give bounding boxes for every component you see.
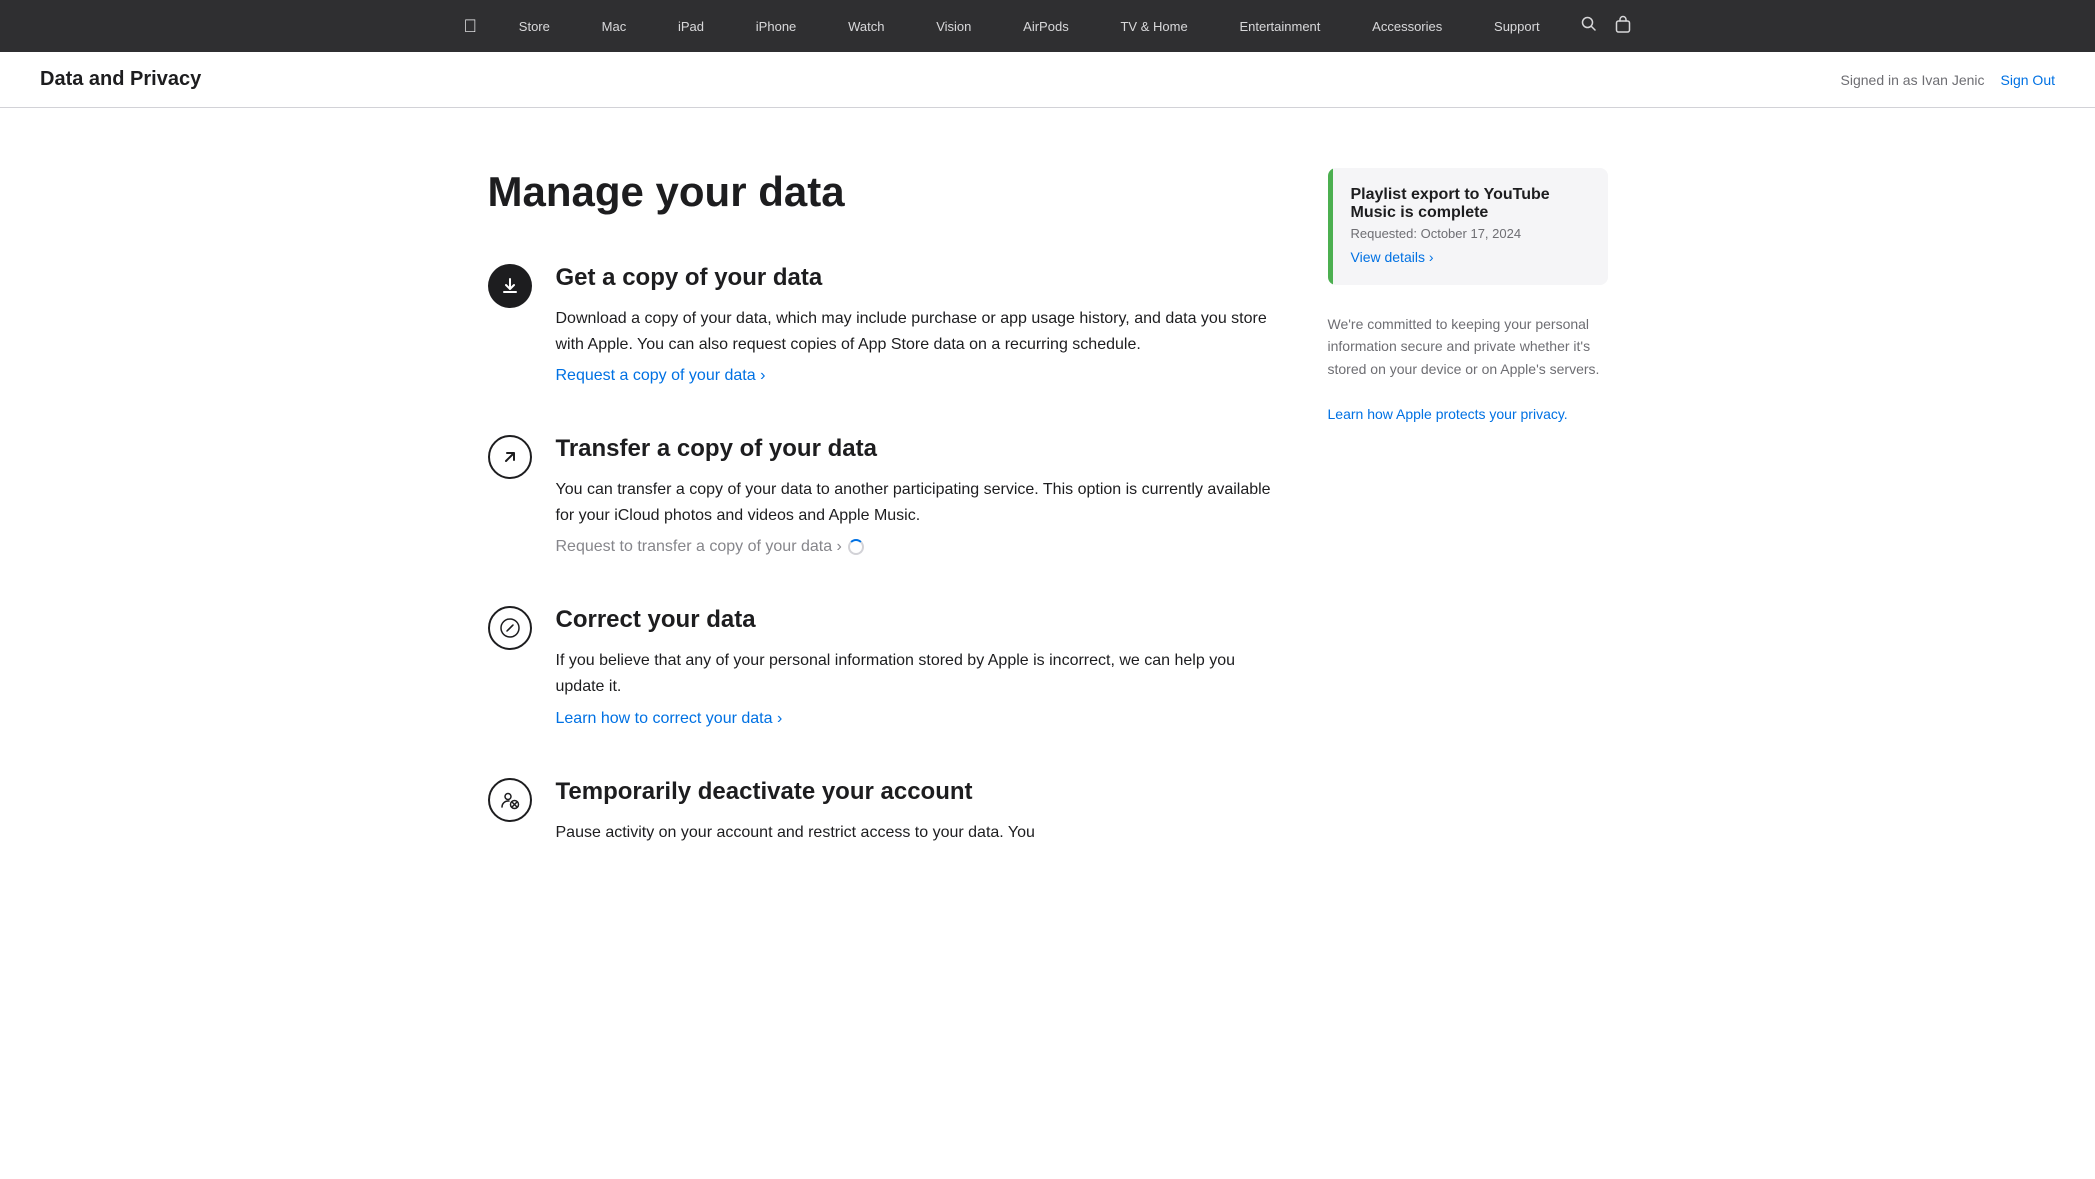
notification-accent-container: Playlist export to YouTube Music is comp… <box>1328 168 1608 285</box>
deactivate-description: Pause activity on your account and restr… <box>556 820 1288 846</box>
correct-data-title: Correct your data <box>556 606 1288 634</box>
search-icon[interactable] <box>1581 16 1597 37</box>
bag-icon[interactable] <box>1615 15 1631 38</box>
sidebar: Playlist export to YouTube Music is comp… <box>1328 168 1608 425</box>
person-deactivate-icon <box>499 789 521 811</box>
correct-data-body: Correct your data If you believe that an… <box>556 606 1288 727</box>
notification-content: Playlist export to YouTube Music is comp… <box>1333 168 1608 285</box>
deactivate-icon <box>488 778 532 822</box>
privacy-link[interactable]: Learn how Apple protects your privacy. <box>1328 406 1568 422</box>
view-details-link[interactable]: View details › <box>1351 249 1434 265</box>
notification-date: Requested: October 17, 2024 <box>1351 226 1590 241</box>
nav-item-vision[interactable]: Vision <box>926 19 981 34</box>
pencil-icon-circle <box>488 606 532 650</box>
nav-item-airpods[interactable]: AirPods <box>1013 19 1079 34</box>
privacy-description: We're committed to keeping your personal… <box>1328 316 1600 377</box>
notification-title: Playlist export to YouTube Music is comp… <box>1351 186 1590 222</box>
transfer-copy-section: Transfer a copy of your data You can tra… <box>488 435 1288 556</box>
loading-spinner <box>848 539 864 555</box>
deactivate-body: Temporarily deactivate your account Paus… <box>556 778 1288 856</box>
transfer-link-text: Request to transfer a copy of your data … <box>556 538 842 556</box>
nav-item-ipad[interactable]: iPad <box>668 19 714 34</box>
get-copy-icon <box>488 264 532 308</box>
page-brand-title: Data and Privacy <box>40 68 201 91</box>
transfer-copy-body: Transfer a copy of your data You can tra… <box>556 435 1288 556</box>
page-title: Manage your data <box>488 168 1288 216</box>
arrow-up-right-icon <box>499 446 521 468</box>
nav-item-entertainment[interactable]: Entertainment <box>1229 19 1330 34</box>
nav-bar:  Store Mac iPad iPhone Watch Vision Air… <box>0 0 2095 52</box>
download-icon-circle <box>488 264 532 308</box>
signed-in-text: Signed in as Ivan Jenic <box>1841 72 1985 88</box>
transfer-copy-icon <box>488 435 532 479</box>
arrow-icon-circle <box>488 435 532 479</box>
pencil-slash-icon <box>499 617 521 639</box>
nav-item-mac[interactable]: Mac <box>592 19 637 34</box>
nav-item-store[interactable]: Store <box>509 19 560 34</box>
content-left: Manage your data Get a copy of your data… <box>488 168 1288 905</box>
person-icon-circle <box>488 778 532 822</box>
sub-header: Data and Privacy Signed in as Ivan Jenic… <box>0 52 2095 108</box>
correct-data-section: Correct your data If you believe that an… <box>488 606 1288 727</box>
main-content: Manage your data Get a copy of your data… <box>448 108 1648 945</box>
deactivate-section: Temporarily deactivate your account Paus… <box>488 778 1288 856</box>
apple-logo-icon[interactable]:  <box>464 16 478 37</box>
nav-item-watch[interactable]: Watch <box>838 19 894 34</box>
correct-data-icon <box>488 606 532 650</box>
nav-item-accessories[interactable]: Accessories <box>1362 19 1452 34</box>
get-copy-section: Get a copy of your data Download a copy … <box>488 264 1288 385</box>
transfer-copy-title: Transfer a copy of your data <box>556 435 1288 463</box>
nav-item-support[interactable]: Support <box>1484 19 1550 34</box>
nav-item-iphone[interactable]: iPhone <box>746 19 806 34</box>
correct-data-description: If you believe that any of your personal… <box>556 648 1288 699</box>
request-copy-link[interactable]: Request a copy of your data › <box>556 367 766 384</box>
get-copy-description: Download a copy of your data, which may … <box>556 306 1288 357</box>
transfer-copy-link-disabled: Request to transfer a copy of your data … <box>556 538 1288 556</box>
correct-data-link[interactable]: Learn how to correct your data › <box>556 710 783 727</box>
notification-card: Playlist export to YouTube Music is comp… <box>1328 168 1608 285</box>
download-icon <box>499 275 521 297</box>
deactivate-title: Temporarily deactivate your account <box>556 778 1288 806</box>
get-copy-body: Get a copy of your data Download a copy … <box>556 264 1288 385</box>
sign-out-button[interactable]: Sign Out <box>2001 72 2055 88</box>
nav-item-tv-home[interactable]: TV & Home <box>1110 19 1197 34</box>
get-copy-title: Get a copy of your data <box>556 264 1288 292</box>
privacy-text-block: We're committed to keeping your personal… <box>1328 313 1608 425</box>
user-info: Signed in as Ivan Jenic Sign Out <box>1841 72 2055 88</box>
transfer-copy-description: You can transfer a copy of your data to … <box>556 477 1288 528</box>
